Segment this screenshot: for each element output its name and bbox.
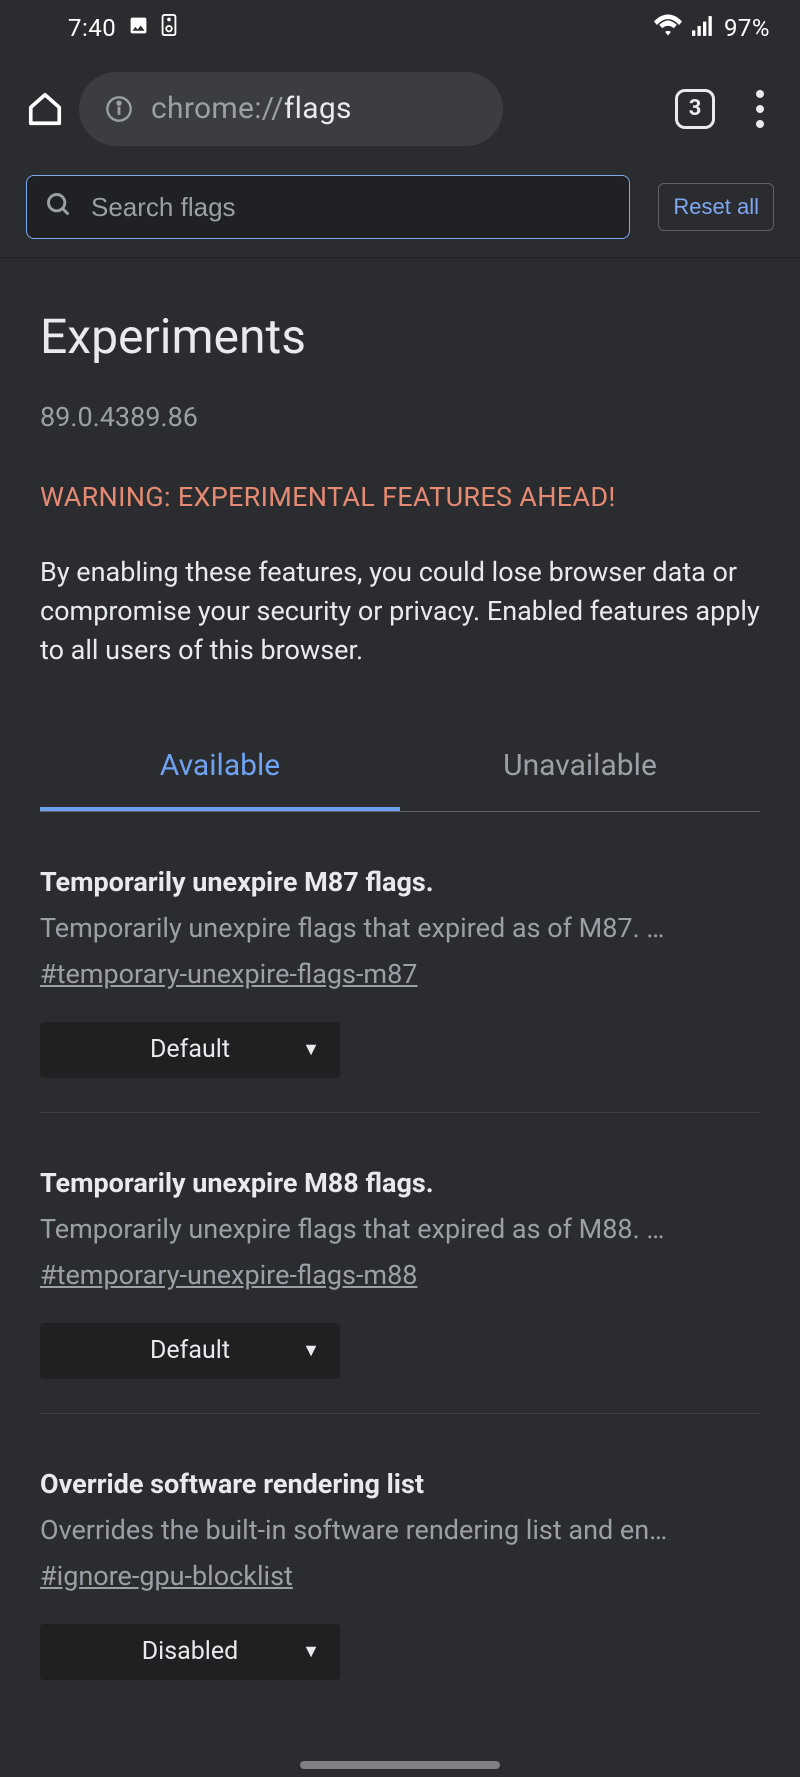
search-box[interactable] xyxy=(26,175,630,239)
tab-unavailable[interactable]: Unavailable xyxy=(400,730,760,811)
flag-description: Temporarily unexpire flags that expired … xyxy=(40,1213,760,1245)
search-input[interactable] xyxy=(91,192,611,223)
warning-description: By enabling these features, you could lo… xyxy=(40,553,760,670)
reset-all-button[interactable]: Reset all xyxy=(658,183,774,231)
content: Experiments 89.0.4389.86 WARNING: EXPERI… xyxy=(0,258,800,1680)
flag-select-value: Default xyxy=(150,1336,230,1365)
info-icon xyxy=(105,95,133,123)
tabs: Available Unavailable xyxy=(40,730,760,812)
signal-icon xyxy=(692,14,714,42)
flag-anchor-link[interactable]: #temporary-unexpire-flags-m88 xyxy=(40,1259,417,1291)
flag-entry: Temporarily unexpire M87 flags. Temporar… xyxy=(40,866,760,1113)
url-text: chrome://flags xyxy=(151,91,352,126)
flag-select[interactable]: Default xyxy=(40,1323,340,1379)
search-row: Reset all xyxy=(0,161,800,258)
image-icon xyxy=(128,14,149,42)
flag-title: Override software rendering list xyxy=(40,1468,760,1500)
status-time: 7:40 xyxy=(68,14,116,42)
flag-select-value: Default xyxy=(150,1035,230,1064)
home-indicator[interactable] xyxy=(300,1761,500,1769)
flag-description: Temporarily unexpire flags that expired … xyxy=(40,912,760,944)
speaker-icon xyxy=(161,14,177,42)
flag-select[interactable]: Disabled xyxy=(40,1624,340,1680)
version-text: 89.0.4389.86 xyxy=(40,401,760,433)
flag-entry: Override software rendering list Overrid… xyxy=(40,1468,760,1680)
overflow-menu-button[interactable] xyxy=(745,90,775,128)
flag-entry: Temporarily unexpire M88 flags. Temporar… xyxy=(40,1167,760,1414)
warning-text: WARNING: EXPERIMENTAL FEATURES AHEAD! xyxy=(40,481,760,513)
battery-text: 97% xyxy=(724,14,770,42)
flag-title: Temporarily unexpire M87 flags. xyxy=(40,866,760,898)
home-button[interactable] xyxy=(25,89,65,129)
tabs-count: 3 xyxy=(689,96,702,121)
search-icon xyxy=(45,191,73,223)
flag-select[interactable]: Default xyxy=(40,1022,340,1078)
url-scheme: chrome:// xyxy=(151,91,284,126)
tab-available[interactable]: Available xyxy=(40,730,400,811)
page-title: Experiments xyxy=(40,308,760,365)
url-host: flags xyxy=(284,91,352,126)
browser-toolbar: chrome://flags 3 xyxy=(0,56,800,161)
flag-select-value: Disabled xyxy=(142,1637,238,1666)
flag-anchor-link[interactable]: #ignore-gpu-blocklist xyxy=(40,1560,293,1592)
flag-anchor-link[interactable]: #temporary-unexpire-flags-m87 xyxy=(40,958,417,990)
url-bar[interactable]: chrome://flags xyxy=(79,72,503,146)
flag-description: Overrides the built-in software renderin… xyxy=(40,1514,760,1546)
wifi-icon xyxy=(654,14,682,42)
status-bar: 7:40 97% xyxy=(0,0,800,56)
flag-title: Temporarily unexpire M88 flags. xyxy=(40,1167,760,1199)
tabs-button[interactable]: 3 xyxy=(675,89,715,129)
